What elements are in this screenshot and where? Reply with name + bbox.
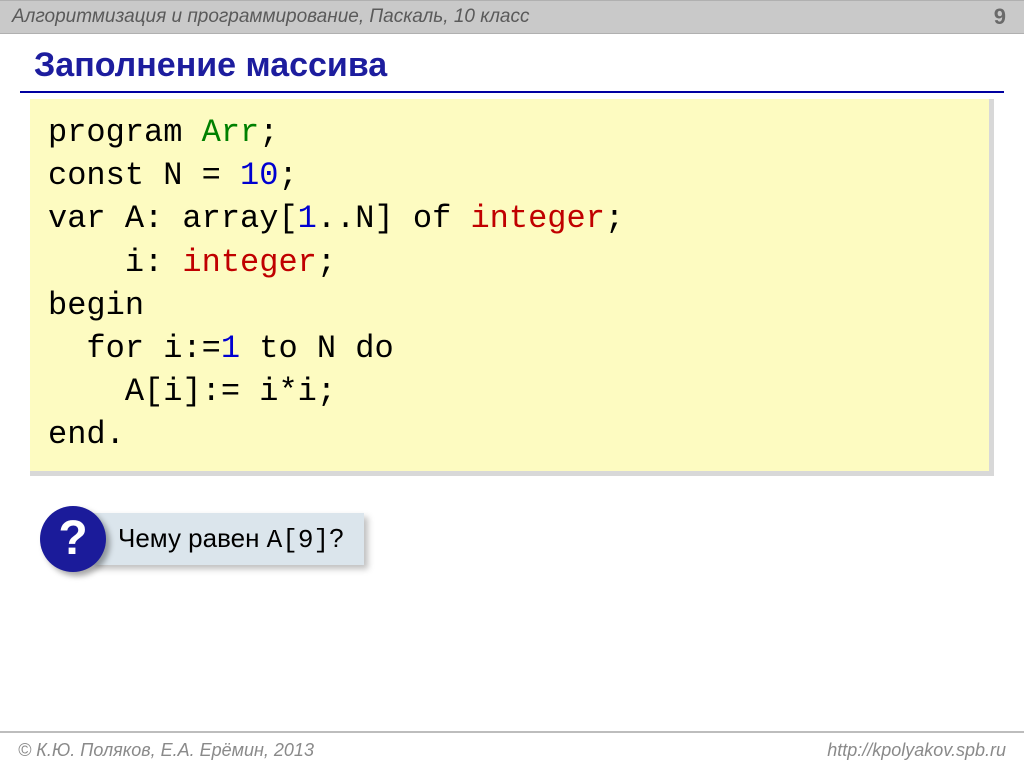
question-mark: ? xyxy=(58,515,87,563)
code-l3-num: 1 xyxy=(298,200,317,237)
question-row: ? Чему равен A[9]? xyxy=(40,506,1024,572)
footer-bar: © К.Ю. Поляков, Е.А. Ерёмин, 2013 http:/… xyxy=(0,731,1024,767)
code-l2-eq: = xyxy=(182,157,240,194)
code-l1-id: Arr xyxy=(202,114,260,151)
code-l6-a: for i:= xyxy=(48,330,221,367)
question-mono: A[9] xyxy=(267,525,329,555)
header-bar: Алгоритмизация и программирование, Паска… xyxy=(0,0,1024,34)
code-l1-semi: ; xyxy=(259,114,278,151)
page-title: Заполнение массива xyxy=(34,46,1024,85)
question-post: ? xyxy=(329,523,343,553)
page-number: 9 xyxy=(994,4,1006,30)
footer-right: http://kpolyakov.spb.ru xyxy=(827,740,1006,761)
question-mark-icon: ? xyxy=(40,506,106,572)
code-l2-semi: ; xyxy=(278,157,297,194)
code-l6-num: 1 xyxy=(221,330,240,367)
code-l3-a: var A: array[ xyxy=(48,200,298,237)
footer-left: © К.Ю. Поляков, Е.А. Ерёмин, 2013 xyxy=(18,740,314,761)
code-l4-a: i: xyxy=(48,244,182,281)
code-l3-semi: ; xyxy=(605,200,624,237)
code-l3-type: integer xyxy=(470,200,604,237)
question-text-box: Чему равен A[9]? xyxy=(92,513,364,565)
slide: Алгоритмизация и программирование, Паска… xyxy=(0,0,1024,767)
breadcrumb-title: Алгоритмизация и программирование, Паска… xyxy=(12,6,530,28)
title-divider xyxy=(20,91,1004,93)
code-l7: A[i]:= i*i; xyxy=(48,373,336,410)
code-block: program Arr; const N = 10; var A: array[… xyxy=(30,99,994,476)
code-l3-c: ..N] of xyxy=(317,200,471,237)
code-l8: end. xyxy=(48,416,125,453)
code-l4-type: integer xyxy=(182,244,316,281)
code-l4-semi: ; xyxy=(317,244,336,281)
code-l2-num: 10 xyxy=(240,157,278,194)
question-pre: Чему равен xyxy=(118,523,267,553)
code-l5: begin xyxy=(48,287,144,324)
code-l6-c: to N do xyxy=(240,330,394,367)
code-l1-kw: program xyxy=(48,114,202,151)
code-l2-a: const N xyxy=(48,157,182,194)
